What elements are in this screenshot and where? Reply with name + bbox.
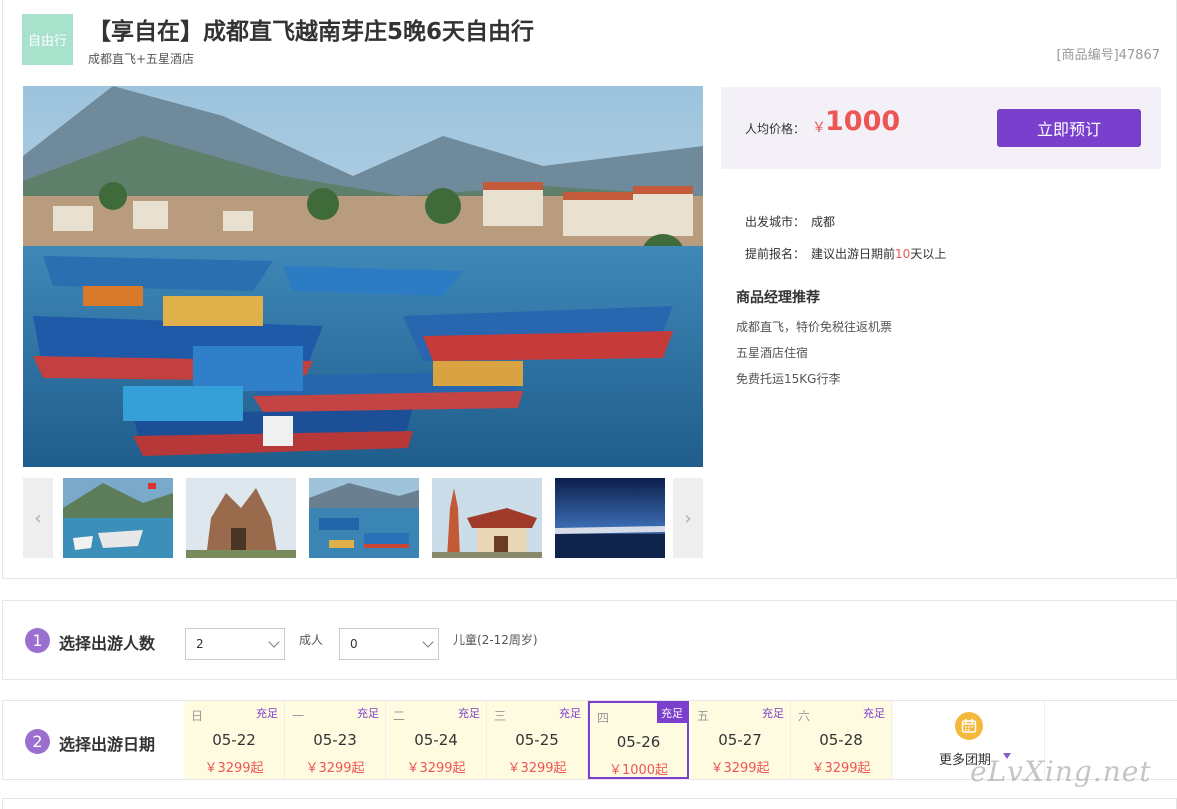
weekday: 三 xyxy=(494,709,507,723)
availability-badge: 充足 xyxy=(559,707,581,720)
adults-label: 成人 xyxy=(299,633,324,647)
weekday: 五 xyxy=(697,709,710,723)
date-cell-05-27[interactable]: 五 充足 05-27 ￥3299起 xyxy=(690,701,791,779)
main-photo xyxy=(23,86,703,467)
date-cell-05-28[interactable]: 六 充足 05-28 ￥3299起 xyxy=(791,701,892,779)
price: ￥3299起 xyxy=(507,761,567,776)
price: ￥3299起 xyxy=(710,761,770,776)
step-number: 2 xyxy=(25,729,50,754)
thumb-next-button[interactable]: › xyxy=(673,478,703,558)
children-label: 儿童(2-12周岁) xyxy=(453,633,538,647)
chevron-right-icon: › xyxy=(684,507,692,529)
price: ￥3299起 xyxy=(811,761,871,776)
weekday: 二 xyxy=(393,709,406,723)
chevron-left-icon: ‹ xyxy=(34,507,42,529)
thumbnail-pagoda[interactable] xyxy=(432,478,542,558)
recommend-item: 免费托运15KG行李 xyxy=(736,372,841,386)
date-cell-05-22[interactable]: 日 充足 05-22 ￥3299起 xyxy=(184,701,285,779)
departure-value: 成都 xyxy=(811,215,836,229)
departure-city-row: 出发城市： 成都 xyxy=(745,213,835,230)
thumbnail-cham-tower[interactable] xyxy=(186,478,296,558)
thumb-prev-button[interactable]: ‹ xyxy=(23,478,53,558)
price-box: 人均价格： ￥ 1000 立即预订 xyxy=(721,87,1161,169)
product-code: [商品编号]47867 xyxy=(1056,48,1161,63)
price: ￥3299起 xyxy=(406,761,466,776)
date-cell-05-26-selected[interactable]: 四 充足 05-26 ￥1000起 xyxy=(588,701,689,779)
calendar-icon xyxy=(955,712,983,740)
availability-badge: 充足 xyxy=(657,703,687,723)
children-value: 0 xyxy=(350,637,358,651)
chevron-down-icon xyxy=(422,636,434,648)
weekday: 日 xyxy=(191,709,204,723)
recommend-item: 五星酒店住宿 xyxy=(736,346,809,360)
step-number: 1 xyxy=(25,628,50,653)
adults-select[interactable]: 2 xyxy=(185,628,285,660)
book-now-button[interactable]: 立即预订 xyxy=(997,109,1141,147)
adults-value: 2 xyxy=(196,637,204,651)
weekday: 六 xyxy=(798,709,811,723)
date: 05-28 xyxy=(819,731,863,749)
date-cell-05-25[interactable]: 三 充足 05-25 ￥3299起 xyxy=(487,701,588,779)
date: 05-23 xyxy=(313,731,357,749)
advance-suffix: 天以上 xyxy=(910,247,947,261)
product-subtitle: 成都直飞+五星酒店 xyxy=(88,52,195,66)
product-title: 【享自在】成都直飞越南芽庄5晚6天自由行 xyxy=(88,19,535,45)
availability-badge: 充足 xyxy=(762,707,784,720)
step-label: 选择出游日期 xyxy=(59,735,156,754)
advance-days: 10 xyxy=(895,247,911,261)
advance-booking-row: 提前报名： 建议出游日期前10天以上 xyxy=(745,245,946,262)
availability-badge: 充足 xyxy=(256,707,278,720)
price-currency: ￥ xyxy=(812,120,826,136)
weekday: 四 xyxy=(597,711,610,725)
category-tag: 自由行 xyxy=(22,14,73,65)
children-select[interactable]: 0 xyxy=(339,628,439,660)
date: 05-27 xyxy=(718,731,762,749)
traveler-count-section: 1 选择出游人数 2 成人 0 儿童(2-12周岁) xyxy=(2,600,1177,680)
thumbnail-sunset-sea[interactable] xyxy=(555,478,665,558)
date: 05-25 xyxy=(515,731,559,749)
availability-badge: 充足 xyxy=(863,707,885,720)
recommend-title: 商品经理推荐 xyxy=(736,290,820,306)
weekday: 一 xyxy=(292,709,305,723)
recommend-item: 成都直飞，特价免税往返机票 xyxy=(736,320,893,334)
chevron-down-icon xyxy=(268,636,280,648)
departure-label: 出发城市： xyxy=(745,215,806,229)
advance-label: 提前报名： xyxy=(745,247,806,261)
price: ￥3299起 xyxy=(204,761,264,776)
date: 05-24 xyxy=(414,731,458,749)
availability-badge: 充足 xyxy=(458,707,480,720)
date-cell-05-23[interactable]: 一 充足 05-23 ￥3299起 xyxy=(285,701,386,779)
price: ￥3299起 xyxy=(305,761,365,776)
price-value: 1000 xyxy=(825,106,901,137)
next-section xyxy=(2,798,1177,809)
date-cell-05-24[interactable]: 二 充足 05-24 ￥3299起 xyxy=(386,701,487,779)
site-watermark: eLvXing.net xyxy=(970,755,1152,788)
step-label: 选择出游人数 xyxy=(59,634,156,653)
thumbnail-harbor-boats[interactable] xyxy=(309,478,419,558)
date: 05-26 xyxy=(616,733,661,751)
advance-prefix: 建议出游日期前 xyxy=(811,247,896,261)
availability-badge: 充足 xyxy=(357,707,379,720)
price: ￥1000起 xyxy=(608,763,669,778)
price-label: 人均价格： xyxy=(745,122,806,136)
thumbnail-beach-boats[interactable] xyxy=(63,478,173,558)
date: 05-22 xyxy=(212,731,256,749)
